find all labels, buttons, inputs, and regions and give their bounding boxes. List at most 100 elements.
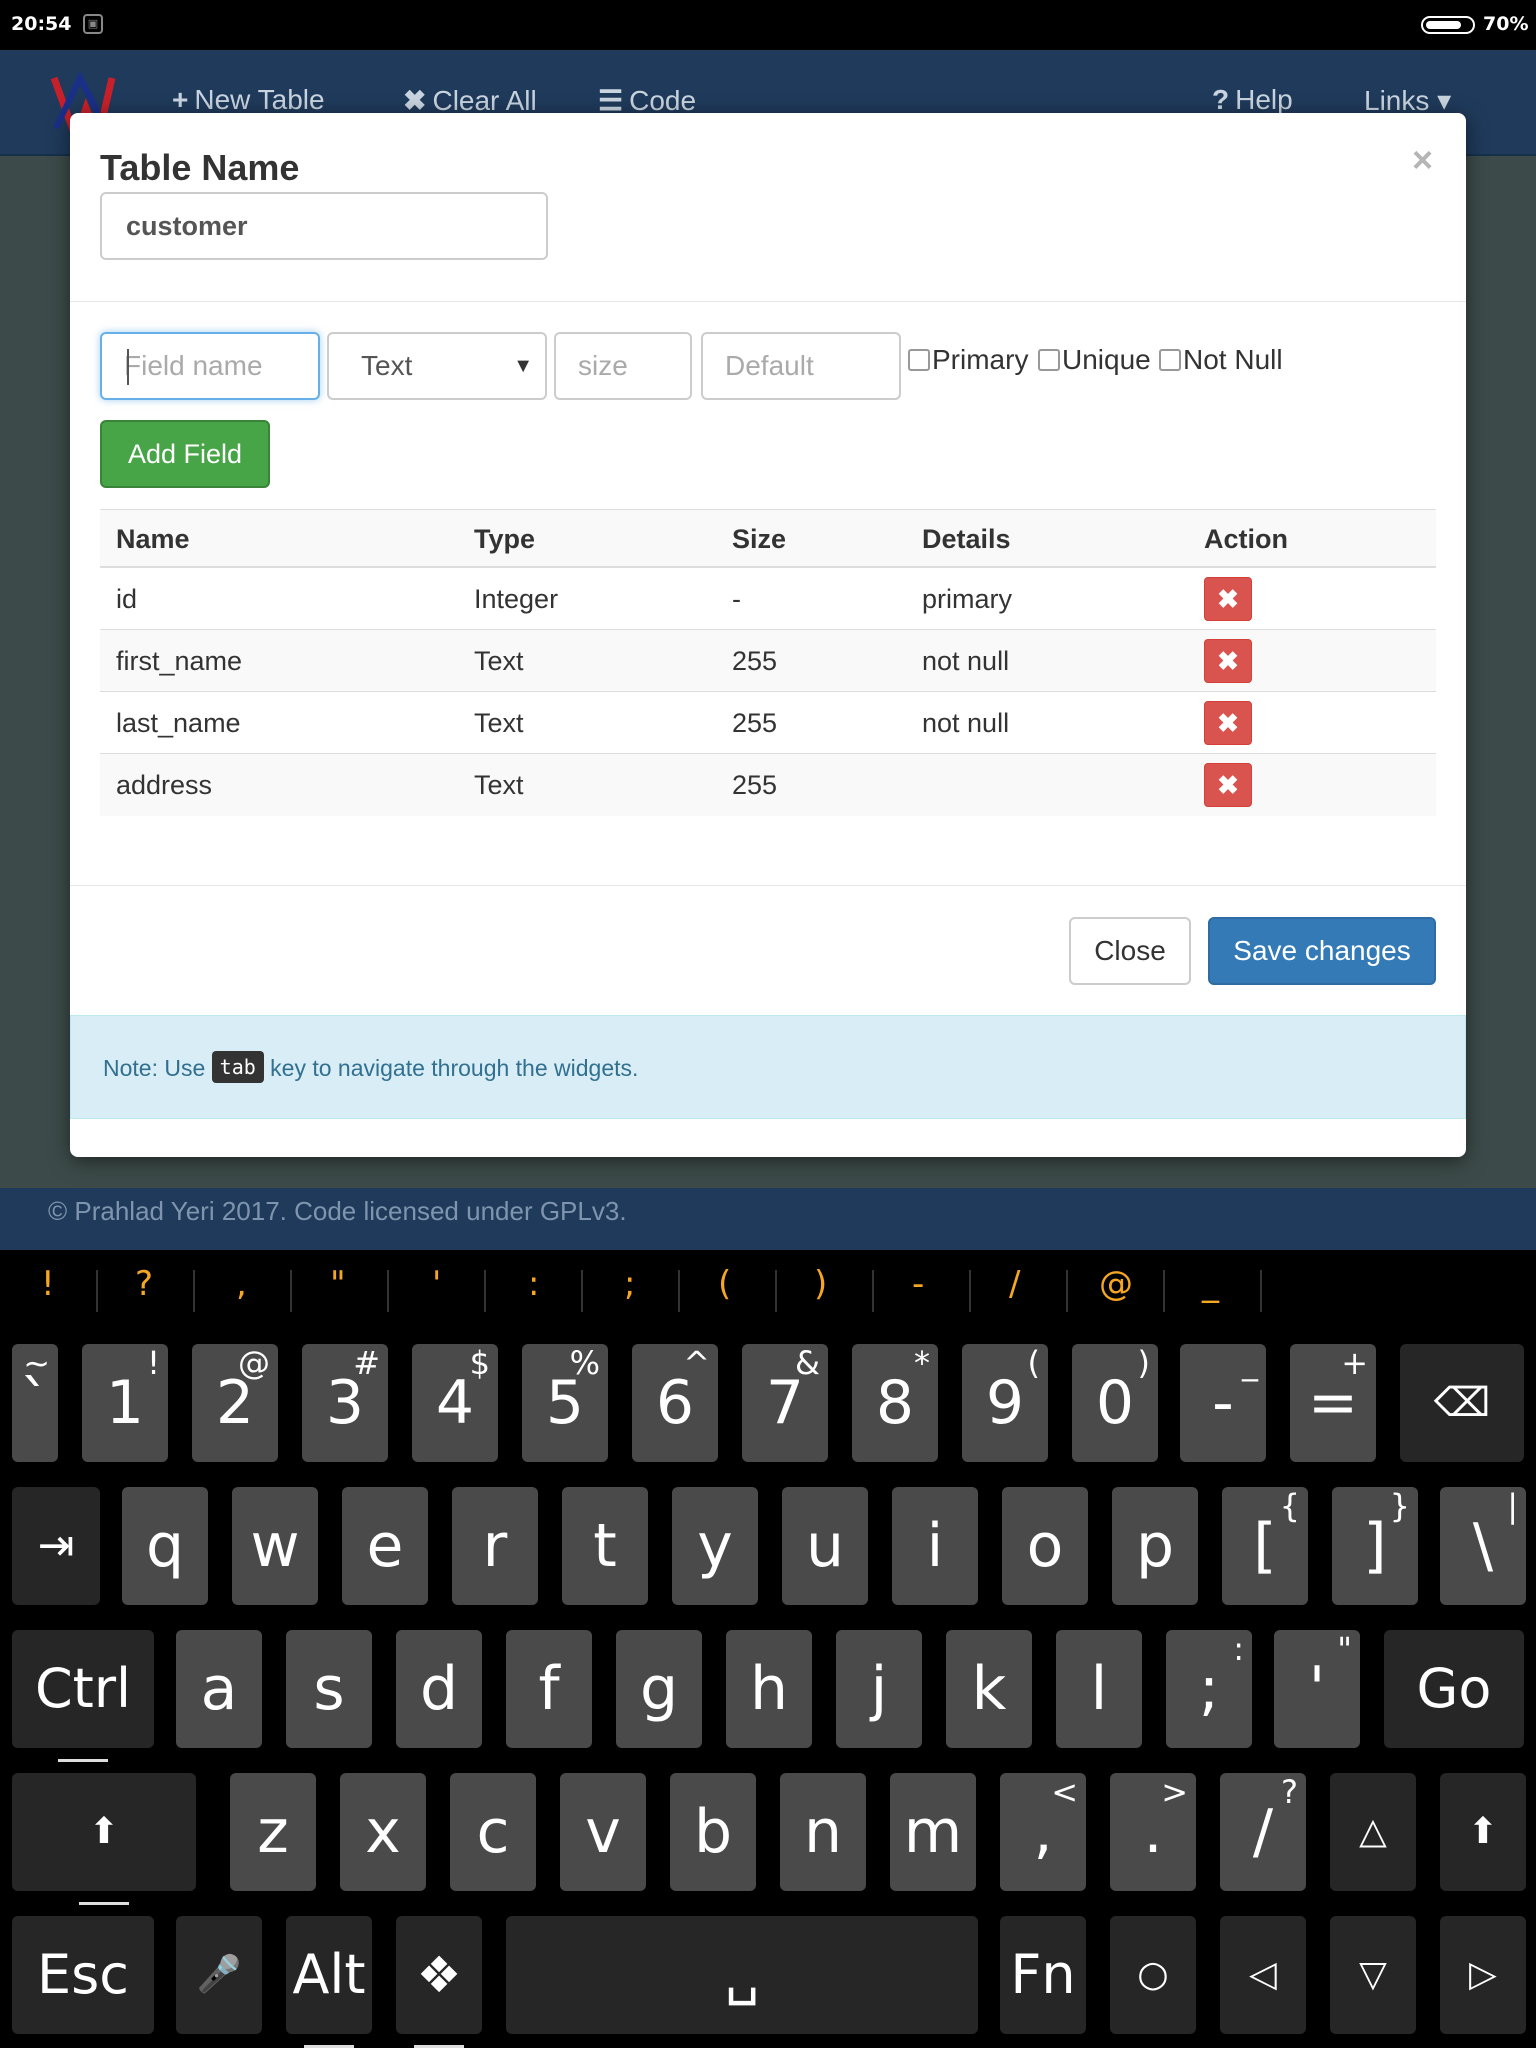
suggest-key[interactable]: ): [814, 1264, 827, 1304]
left-arrow-key[interactable]: ◁: [1220, 1916, 1306, 2034]
alt-key[interactable]: Alt: [286, 1916, 372, 2048]
key-[[interactable]: [{: [1222, 1487, 1308, 1605]
delete-field-button[interactable]: ✖: [1204, 763, 1252, 807]
suggest-key[interactable]: _: [1202, 1264, 1219, 1304]
esc-key[interactable]: Esc: [12, 1916, 154, 2034]
key-j[interactable]: j: [836, 1630, 922, 1748]
key-b[interactable]: b: [670, 1773, 756, 1891]
diamond-icon[interactable]: ❖: [396, 1916, 482, 2048]
key-f[interactable]: f: [506, 1630, 592, 1748]
key-h[interactable]: h: [726, 1630, 812, 1748]
space-key[interactable]: ␣: [506, 1916, 978, 2034]
key-0[interactable]: 0): [1072, 1344, 1158, 1462]
key-d[interactable]: d: [396, 1630, 482, 1748]
key-g[interactable]: g: [616, 1630, 702, 1748]
field-default-input[interactable]: Default: [701, 332, 901, 400]
key-l[interactable]: l: [1056, 1630, 1142, 1748]
key-a[interactable]: a: [176, 1630, 262, 1748]
field-name-input[interactable]: Field name: [100, 332, 320, 400]
up-arrow-key[interactable]: △: [1330, 1773, 1416, 1891]
key-4[interactable]: 4 $: [412, 1344, 498, 1462]
key-c[interactable]: c: [450, 1773, 536, 1891]
delete-field-button[interactable]: ✖: [1204, 577, 1252, 621]
not-null-checkbox[interactable]: Not Null: [1159, 344, 1283, 376]
suggest-key[interactable]: ;: [624, 1264, 635, 1304]
key-z[interactable]: z: [230, 1773, 316, 1891]
key-5[interactable]: 5%: [522, 1344, 608, 1462]
key-w[interactable]: w: [232, 1487, 318, 1605]
backspace-key[interactable]: ⌫: [1400, 1344, 1524, 1462]
delete-field-button[interactable]: ✖: [1204, 701, 1252, 745]
nav-help[interactable]: ? Help: [1212, 84, 1293, 116]
down-arrow-key[interactable]: ▽: [1330, 1916, 1416, 2034]
key-\[interactable]: \ |: [1440, 1487, 1526, 1605]
key-o[interactable]: o: [1002, 1487, 1088, 1605]
table-name-input[interactable]: customer: [100, 192, 548, 260]
add-field-button[interactable]: Add Field: [100, 420, 270, 488]
key-][interactable]: ]}: [1332, 1487, 1418, 1605]
suggest-key[interactable]: ?: [135, 1264, 153, 1304]
key-,[interactable]: , <: [1000, 1773, 1086, 1891]
field-type-select[interactable]: Text ▼: [327, 332, 547, 400]
suggest-key[interactable]: ": [330, 1264, 346, 1304]
cell-type: Integer: [474, 584, 559, 614]
key-9[interactable]: 9(: [962, 1344, 1048, 1462]
unique-checkbox[interactable]: Unique: [1038, 344, 1151, 376]
key-r[interactable]: r: [452, 1487, 538, 1605]
key-q[interactable]: q: [122, 1487, 208, 1605]
fn-key[interactable]: Fn: [1000, 1916, 1086, 2034]
key-1[interactable]: 1!: [82, 1344, 168, 1462]
key-.[interactable]: . >: [1110, 1773, 1196, 1891]
key-u[interactable]: u: [782, 1487, 868, 1605]
cell-type: Text: [474, 708, 524, 738]
delete-field-button[interactable]: ✖: [1204, 639, 1252, 683]
primary-checkbox[interactable]: Primary: [908, 344, 1028, 376]
modal-close-icon[interactable]: ×: [1412, 139, 1433, 181]
key-s[interactable]: s: [286, 1630, 372, 1748]
suggest-key[interactable]: !: [41, 1264, 55, 1304]
key-m[interactable]: m: [890, 1773, 976, 1891]
key-`[interactable]: ` ~: [12, 1344, 58, 1462]
mic-icon[interactable]: 🎤: [176, 1916, 262, 2034]
suggest-key[interactable]: -: [912, 1264, 924, 1304]
key-p[interactable]: p: [1112, 1487, 1198, 1605]
key-'[interactable]: ' ": [1274, 1630, 1360, 1748]
nav-new-table[interactable]: + New Table: [172, 84, 325, 116]
key-e[interactable]: e: [342, 1487, 428, 1605]
key-7[interactable]: 7 &: [742, 1344, 828, 1462]
field-size-input[interactable]: size: [554, 332, 692, 400]
soft-keyboard: ` ~1! 2 @3 #4 $5% 6 ^ 7 & 8 * 9(0) - _ = + ⌫ ⇥ q w e r t y u i o p[{…: [0, 1334, 1536, 2048]
suggest-key[interactable]: (: [718, 1264, 731, 1304]
key-;[interactable]: ;:: [1166, 1630, 1252, 1748]
home-icon[interactable]: ○: [1110, 1916, 1196, 2034]
key-x[interactable]: x: [340, 1773, 426, 1891]
key-v[interactable]: v: [560, 1773, 646, 1891]
suggest-key[interactable]: ': [432, 1264, 441, 1304]
key-i[interactable]: i: [892, 1487, 978, 1605]
table-modal: × Table Name customer Field name Text ▼ s…: [70, 113, 1466, 1157]
key--[interactable]: - _: [1180, 1344, 1266, 1462]
key-/[interactable]: /?: [1220, 1773, 1306, 1891]
key-3[interactable]: 3 #: [302, 1344, 388, 1462]
suggest-key[interactable]: /: [1009, 1264, 1020, 1304]
key-8[interactable]: 8 *: [852, 1344, 938, 1462]
suggest-key[interactable]: @: [1099, 1264, 1133, 1304]
key-y[interactable]: y: [672, 1487, 758, 1605]
ctrl-key[interactable]: Ctrl: [12, 1630, 154, 1762]
close-button[interactable]: Close: [1069, 917, 1191, 985]
key-n[interactable]: n: [780, 1773, 866, 1891]
key-=[interactable]: = +: [1290, 1344, 1376, 1462]
key-k[interactable]: k: [946, 1630, 1032, 1748]
key-2[interactable]: 2 @: [192, 1344, 278, 1462]
save-changes-button[interactable]: Save changes: [1208, 917, 1436, 985]
shift-key[interactable]: ⬆: [12, 1773, 196, 1905]
key-6[interactable]: 6 ^: [632, 1344, 718, 1462]
right-shift-key[interactable]: ⬆: [1440, 1773, 1526, 1891]
suggest-key[interactable]: ,: [236, 1264, 247, 1304]
key-t[interactable]: t: [562, 1487, 648, 1605]
table-row: id Integer - primary ✖: [100, 568, 1436, 630]
go-key[interactable]: Go: [1384, 1630, 1524, 1748]
suggest-key[interactable]: :: [528, 1264, 539, 1304]
tab-key[interactable]: ⇥: [12, 1487, 100, 1605]
right-arrow-key[interactable]: ▷: [1440, 1916, 1526, 2034]
